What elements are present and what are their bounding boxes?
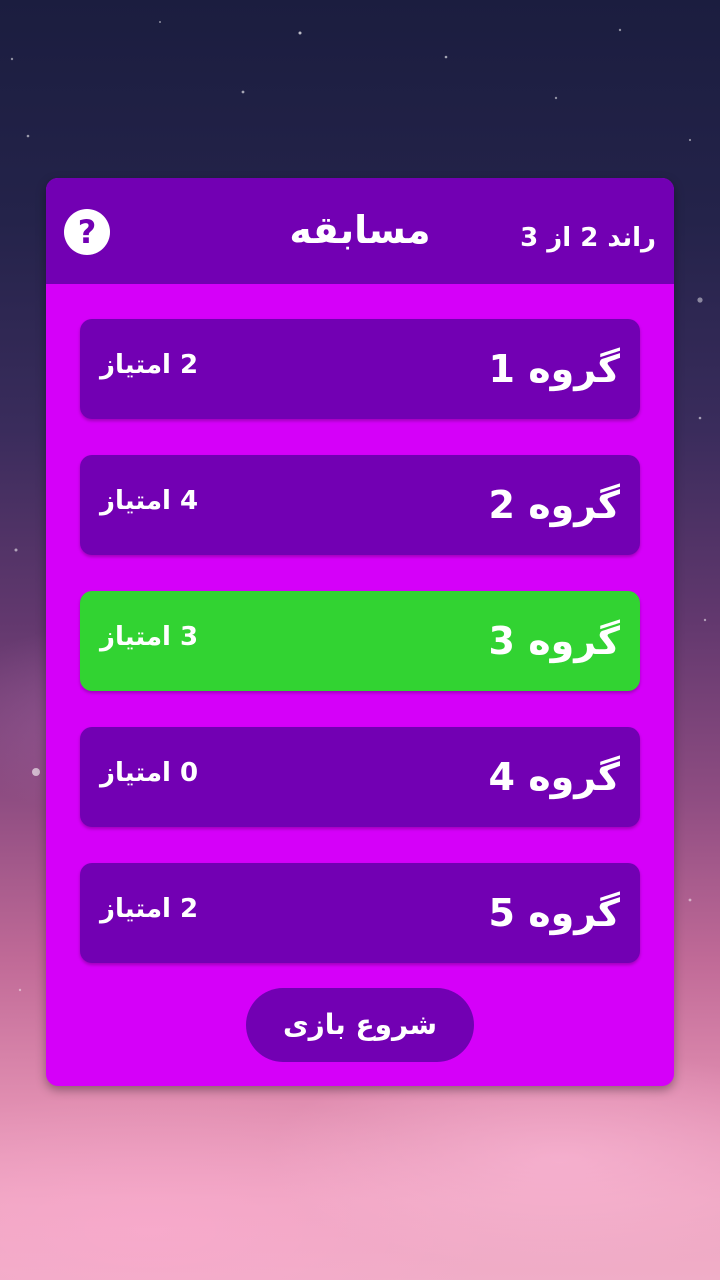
group-item-1[interactable]: گروه 1 2 امتیاز bbox=[80, 319, 640, 419]
round-indicator: راند 2 از 3 bbox=[520, 223, 656, 253]
group-name: گروه 1 bbox=[488, 347, 620, 391]
start-game-button[interactable]: شروع بازی bbox=[246, 988, 474, 1062]
group-item-2[interactable]: گروه 2 4 امتیاز bbox=[80, 455, 640, 555]
help-button[interactable]: ? bbox=[64, 209, 110, 255]
group-name: گروه 3 bbox=[488, 619, 620, 663]
group-name: گروه 2 bbox=[488, 483, 620, 527]
group-score: 0 امتیاز bbox=[100, 758, 199, 788]
question-mark-icon: ? bbox=[77, 213, 97, 251]
group-score: 2 امتیاز bbox=[100, 350, 199, 380]
group-item-3-selected[interactable]: گروه 3 3 امتیاز bbox=[80, 591, 640, 691]
competition-panel: ? مسابقه راند 2 از 3 گروه 1 2 امتیاز گرو… bbox=[46, 178, 674, 1086]
group-item-5[interactable]: گروه 5 2 امتیاز bbox=[80, 863, 640, 963]
page-title: مسابقه bbox=[289, 208, 431, 252]
group-score: 4 امتیاز bbox=[100, 486, 199, 516]
group-score: 2 امتیاز bbox=[100, 894, 199, 924]
group-name: گروه 4 bbox=[488, 755, 620, 799]
group-score: 3 امتیاز bbox=[100, 622, 199, 652]
group-name: گروه 5 bbox=[488, 891, 620, 935]
panel-header: ? مسابقه راند 2 از 3 bbox=[46, 178, 674, 284]
group-item-4[interactable]: گروه 4 0 امتیاز bbox=[80, 727, 640, 827]
